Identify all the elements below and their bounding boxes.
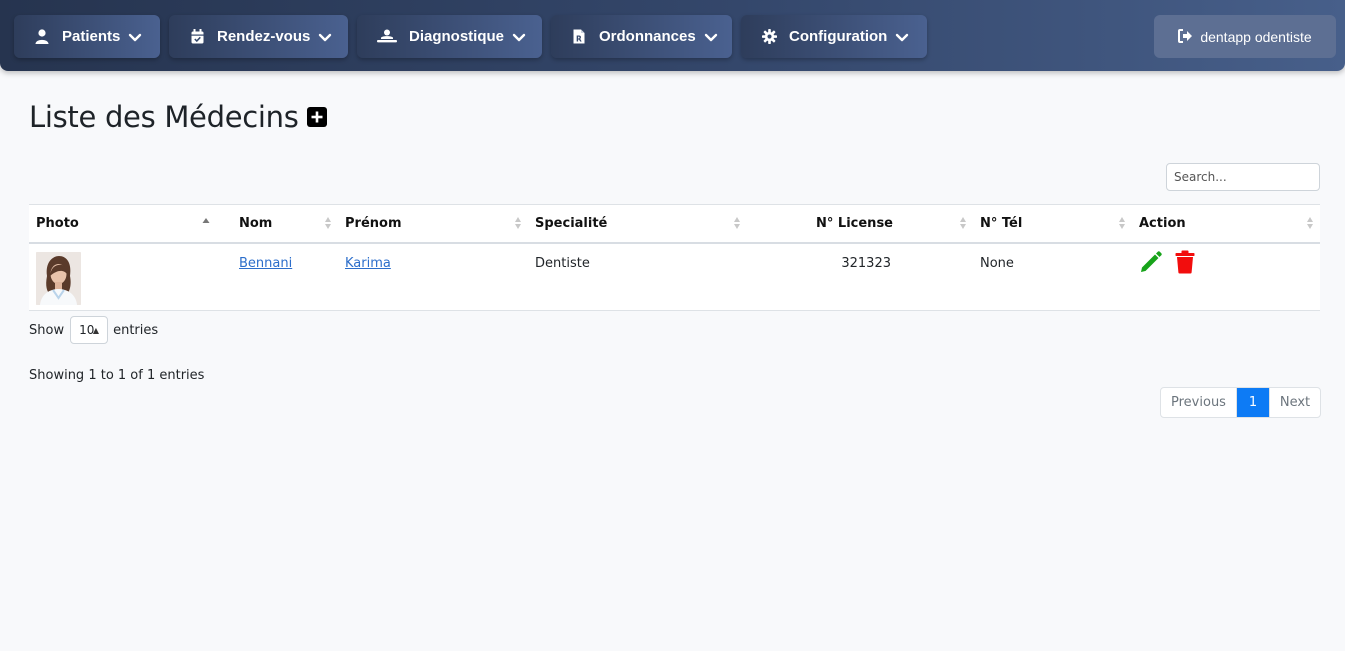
prescription-icon: R xyxy=(571,29,587,45)
nav-ordonnances-button[interactable]: R Ordonnances xyxy=(551,15,732,58)
col-header-license[interactable]: N° License xyxy=(747,204,973,244)
nav-rendez-vous-label: Rendez-vous xyxy=(217,28,311,45)
col-header-specialite-label: Specialité xyxy=(535,215,608,231)
col-header-specialite[interactable]: Specialité xyxy=(528,204,747,244)
cell-photo xyxy=(29,242,232,311)
pagination-next-button[interactable]: Next xyxy=(1269,388,1320,417)
select-arrows-icon: ▲︎ xyxy=(92,326,100,335)
edit-pencil-icon[interactable] xyxy=(1139,250,1163,278)
sort-asc-icon xyxy=(202,218,210,223)
svg-text:R: R xyxy=(576,35,582,44)
cell-specialite: Dentiste xyxy=(528,242,747,311)
user-logout-button[interactable]: dentapp odentiste xyxy=(1154,15,1336,58)
nav-ordonnances-label: Ordonnances xyxy=(599,28,696,45)
table-info-text: Showing 1 to 1 of 1 entries xyxy=(29,368,205,383)
col-header-photo-label: Photo xyxy=(36,215,79,231)
sort-icon xyxy=(1119,217,1125,229)
add-doctor-icon[interactable] xyxy=(306,107,327,127)
table-row: Bennani Karima Dentiste 321323 None xyxy=(29,242,1320,311)
sign-out-icon xyxy=(1178,29,1193,44)
pagination-page-1-button[interactable]: 1 xyxy=(1237,388,1269,417)
col-header-tel[interactable]: N° Tél xyxy=(973,204,1132,244)
nav-configuration-label: Configuration xyxy=(789,28,888,45)
pagination-previous-button[interactable]: Previous xyxy=(1161,388,1237,417)
pagination: Previous 1 Next xyxy=(1160,387,1321,418)
chevron-down-icon xyxy=(128,30,142,44)
top-navbar: Patients Rendez-vous Diagnostique R Ordo… xyxy=(0,0,1345,71)
col-header-photo[interactable]: Photo xyxy=(29,204,232,244)
doctors-table: Photo Nom Prénom Specialité N° License N… xyxy=(29,204,1320,311)
entries-length-control: Show 10 ▲︎ entries xyxy=(29,316,158,344)
col-header-tel-label: N° Tél xyxy=(980,215,1023,231)
nav-diagnostique-label: Diagnostique xyxy=(409,28,505,45)
calendar-icon xyxy=(189,29,205,45)
search-input[interactable] xyxy=(1166,163,1320,191)
doctor-nom-link[interactable]: Bennani xyxy=(239,256,292,271)
nav-patients-button[interactable]: Patients xyxy=(14,15,160,58)
nav-configuration-button[interactable]: Configuration xyxy=(741,15,927,58)
user-name-label: dentapp odentiste xyxy=(1200,28,1312,45)
col-header-action-label: Action xyxy=(1139,215,1186,231)
col-header-license-label: N° License xyxy=(816,215,893,231)
col-header-nom[interactable]: Nom xyxy=(232,204,338,244)
col-header-prenom-label: Prénom xyxy=(345,215,402,231)
cell-prenom: Karima xyxy=(338,242,528,311)
hospital-bed-icon xyxy=(377,29,397,45)
gear-icon xyxy=(761,29,777,45)
show-label: Show xyxy=(29,322,65,338)
chevron-down-icon xyxy=(895,30,909,44)
nav-diagnostique-button[interactable]: Diagnostique xyxy=(357,15,542,58)
sort-icon xyxy=(515,217,521,229)
sort-icon xyxy=(960,217,966,229)
cell-license: 321323 xyxy=(747,242,973,311)
table-header-row: Photo Nom Prénom Specialité N° License N… xyxy=(29,204,1320,244)
doctor-prenom-link[interactable]: Karima xyxy=(345,256,391,271)
cell-tel: None xyxy=(973,242,1132,311)
doctors-table-wrapper: Photo Nom Prénom Specialité N° License N… xyxy=(29,204,1320,311)
col-header-prenom[interactable]: Prénom xyxy=(338,204,528,244)
doctor-avatar xyxy=(36,251,81,305)
sort-icon xyxy=(1307,217,1313,229)
cell-nom: Bennani xyxy=(232,242,338,311)
cell-action xyxy=(1132,242,1320,311)
sort-icon xyxy=(734,217,740,229)
entries-label: entries xyxy=(113,322,159,338)
chevron-down-icon xyxy=(704,30,718,44)
col-header-nom-label: Nom xyxy=(239,215,273,231)
delete-trash-icon[interactable] xyxy=(1175,250,1195,278)
page-title-text: Liste des Médecins xyxy=(29,100,299,134)
col-header-action[interactable]: Action xyxy=(1132,204,1320,244)
chevron-down-icon xyxy=(512,30,526,44)
row-actions xyxy=(1139,250,1320,278)
entries-length-select[interactable]: 10 ▲︎ xyxy=(70,316,109,344)
nav-patients-label: Patients xyxy=(62,28,121,45)
nav-rendez-vous-button[interactable]: Rendez-vous xyxy=(169,15,348,58)
chevron-down-icon xyxy=(318,30,332,44)
user-icon xyxy=(34,29,50,45)
page-title: Liste des Médecins xyxy=(29,100,327,134)
sort-icon xyxy=(325,217,331,229)
